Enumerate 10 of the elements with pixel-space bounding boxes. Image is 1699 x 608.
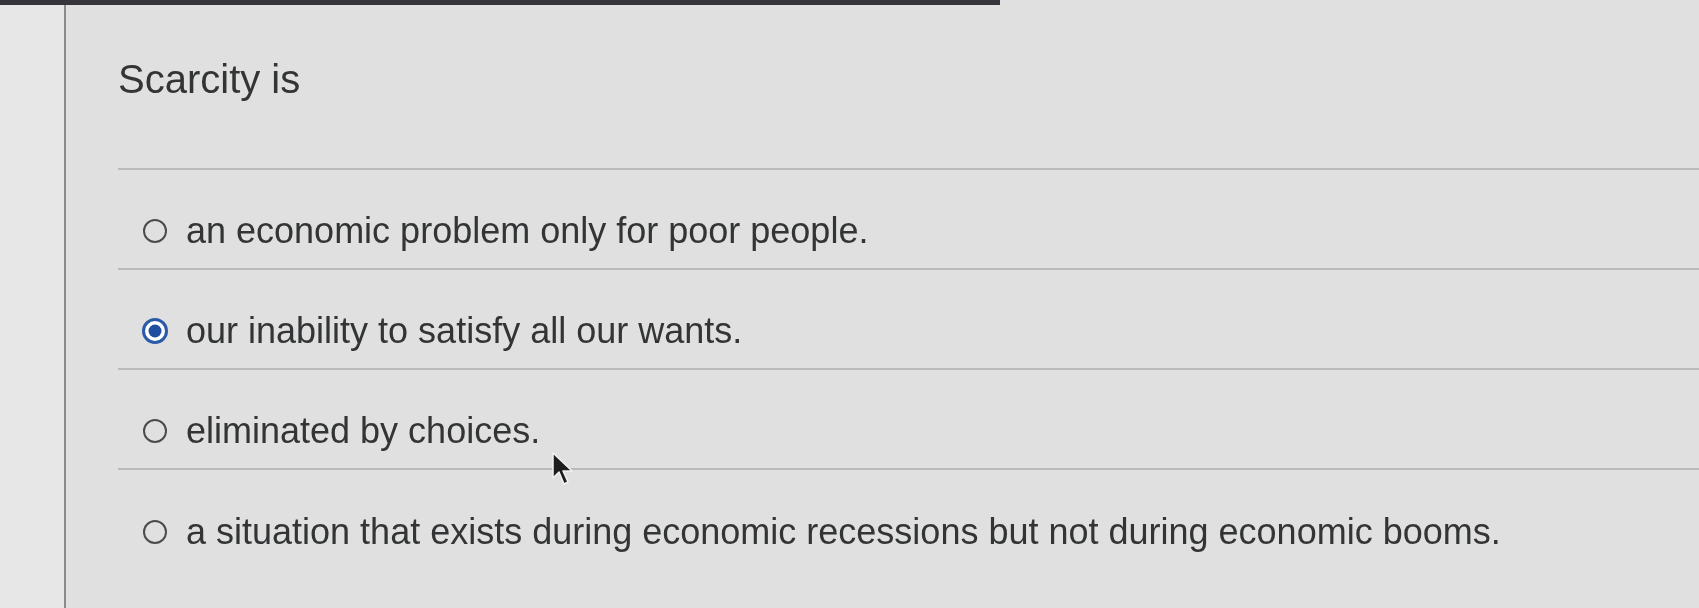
mouse-pointer-icon <box>552 452 576 486</box>
option-label[interactable]: a situation that exists during economic recessions but not during economic booms. <box>186 511 1501 553</box>
question-text: Scarcity is <box>118 56 301 102</box>
radio-icon[interactable] <box>142 519 168 545</box>
radio-selected-icon[interactable] <box>142 318 168 344</box>
radio-icon[interactable] <box>142 418 168 444</box>
option-label[interactable]: our inability to satisfy all our wants. <box>186 310 743 352</box>
radio-icon[interactable] <box>142 218 168 244</box>
option-label[interactable]: an economic problem only for poor people. <box>186 210 869 252</box>
option-label[interactable]: eliminated by choices. <box>186 410 541 452</box>
